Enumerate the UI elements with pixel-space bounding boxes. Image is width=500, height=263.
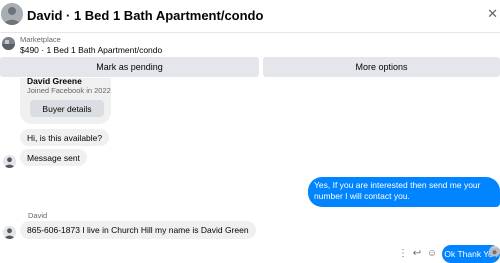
person-icon xyxy=(3,226,16,239)
buyer-details-button[interactable]: Buyer details xyxy=(30,100,104,117)
listing-summary[interactable]: Marketplace $490 · 1 Bed 1 Bath Apartmen… xyxy=(0,34,500,56)
conversation-header: David · 1 Bed 1 Bath Apartment/condo ✕ xyxy=(0,0,500,33)
message-bubble-outgoing[interactable]: Yes, If you are interested then send me … xyxy=(308,177,500,207)
message-bubble-incoming[interactable]: Hi, is this available? xyxy=(20,129,110,146)
seen-status-icon xyxy=(489,246,500,257)
listing-actions: Mark as pending More options xyxy=(0,57,500,77)
listing-price-title: $490 · 1 Bed 1 Bath Apartment/condo xyxy=(20,45,163,55)
sender-avatar[interactable] xyxy=(3,226,16,239)
buyer-card: David Greene Joined Facebook in 2022 Buy… xyxy=(20,76,111,124)
buyer-name: David Greene xyxy=(27,76,82,86)
close-icon[interactable]: ✕ xyxy=(487,6,498,22)
more-options-button[interactable]: More options xyxy=(263,57,500,77)
sender-name: David xyxy=(28,211,48,220)
message-bubble-incoming[interactable]: Message sent xyxy=(20,149,87,166)
more-actions-icon[interactable]: ⋮ xyxy=(397,247,409,259)
message-bubble-incoming[interactable]: 865-606-1873 I live in Church Hill my na… xyxy=(20,221,256,239)
mark-pending-button[interactable]: Mark as pending xyxy=(0,57,259,77)
profile-photo-icon xyxy=(1,3,23,25)
listing-source: Marketplace xyxy=(20,35,61,44)
listing-thumbnail xyxy=(2,37,15,50)
listing-image-icon xyxy=(2,37,15,50)
avatar[interactable] xyxy=(1,3,23,25)
reply-icon[interactable]: ↩ xyxy=(411,247,423,259)
person-icon xyxy=(3,155,16,168)
buyer-joined: Joined Facebook in 2022 xyxy=(27,86,111,95)
sender-avatar[interactable] xyxy=(3,155,16,168)
conversation-title[interactable]: David · 1 Bed 1 Bath Apartment/condo xyxy=(27,8,263,23)
react-icon[interactable]: ☺ xyxy=(426,247,438,259)
